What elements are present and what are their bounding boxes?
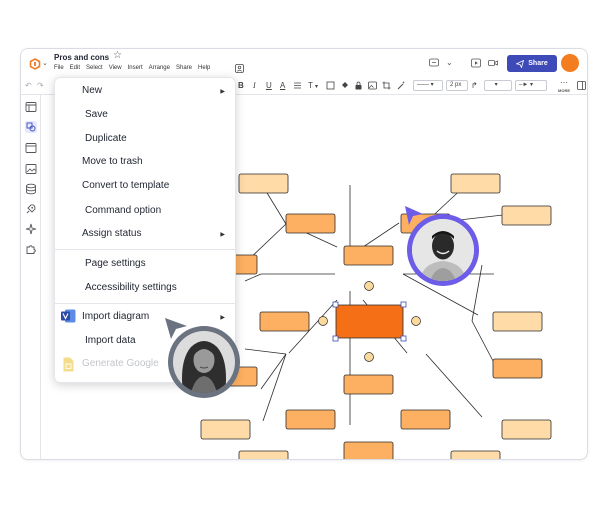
menu-item-move-to-trash[interactable]: Move to trash — [82, 156, 143, 167]
title-bar: ⌄ Pros and cons ☆ File Edit Select View … — [21, 49, 587, 77]
text-color-button[interactable]: A — [280, 80, 285, 92]
menu-share[interactable]: Share — [176, 65, 192, 71]
shape-icon[interactable] — [326, 81, 335, 90]
person-photo — [173, 331, 235, 393]
person-photo — [412, 219, 474, 281]
diagram-node-mid[interactable] — [343, 441, 394, 460]
collaborator-avatar-left — [168, 326, 240, 398]
share-button[interactable]: Share — [507, 55, 557, 72]
menu-insert[interactable]: Insert — [128, 65, 143, 71]
pages-icon[interactable] — [25, 101, 37, 113]
line-width-select[interactable]: 2 px — [446, 80, 468, 91]
line-end-select[interactable]: –► ▾ — [515, 80, 547, 91]
magic-wand-icon[interactable] — [397, 81, 406, 90]
menu-item-import-data[interactable]: Import data — [85, 335, 136, 346]
chevron-down-icon[interactable]: ⌄ — [42, 59, 48, 67]
collaborators-icon[interactable] — [235, 64, 244, 73]
menu-edit[interactable]: Edit — [70, 65, 80, 71]
more-label[interactable]: MORE — [558, 88, 570, 93]
menu-bar: File Edit Select View Insert Arrange Sha… — [54, 65, 210, 71]
shapes-icon[interactable] — [25, 121, 37, 133]
presentation-icon[interactable] — [429, 58, 439, 68]
chevron-down-icon[interactable]: ▾ — [315, 81, 318, 93]
menu-select[interactable]: Select — [86, 65, 103, 71]
text-options-button[interactable]: T — [308, 80, 313, 92]
chevron-down-icon[interactable]: ⌄ — [446, 58, 456, 68]
lock-icon[interactable] — [354, 81, 363, 90]
menu-item-assign-status[interactable]: Assign status — [82, 228, 141, 239]
lucid-logo-icon[interactable] — [29, 58, 41, 70]
redo-icon[interactable]: ↷ — [37, 80, 44, 92]
rocket-icon[interactable] — [25, 203, 37, 215]
left-toolbar — [21, 95, 41, 459]
user-avatar[interactable] — [561, 54, 579, 72]
diagram-node-outer[interactable] — [492, 311, 543, 332]
diagram-node-mid[interactable] — [343, 245, 394, 266]
fill-color-icon[interactable] — [340, 81, 349, 90]
menu-item-new[interactable]: New — [82, 85, 102, 96]
menu-item-page-settings[interactable]: Page settings — [85, 258, 146, 269]
paper-plane-icon — [516, 59, 525, 68]
menu-item-save[interactable]: Save — [85, 109, 108, 120]
italic-button[interactable]: I — [253, 80, 256, 92]
diagram-node-outer[interactable] — [501, 205, 552, 226]
diagram-node-mid[interactable] — [285, 409, 336, 430]
menu-arrange[interactable]: Arrange — [149, 65, 170, 71]
diagram-node-outer[interactable] — [501, 419, 552, 440]
bold-button[interactable]: B — [238, 80, 244, 92]
play-icon[interactable] — [471, 58, 481, 68]
line-start-select[interactable]: ▾ — [484, 80, 512, 91]
image-icon[interactable] — [368, 81, 377, 90]
google-sheets-icon — [63, 357, 74, 372]
menu-item-accessibility-settings[interactable]: Accessibility settings — [85, 282, 177, 293]
submenu-arrow-icon: ▶ — [220, 232, 225, 238]
align-icon[interactable] — [293, 81, 302, 90]
diagram-node-outer[interactable] — [238, 450, 289, 460]
menu-item-command-option[interactable]: Command option — [85, 205, 161, 216]
menu-file[interactable]: File — [54, 65, 64, 71]
menu-item-convert-to-template[interactable]: Convert to template — [82, 180, 169, 191]
undo-icon[interactable]: ↶ — [25, 80, 32, 92]
visio-icon — [61, 309, 76, 323]
star-icon[interactable]: ☆ — [113, 51, 122, 61]
menu-view[interactable]: View — [109, 65, 122, 71]
diagram-node-outer[interactable] — [450, 450, 501, 460]
puzzle-icon[interactable] — [25, 243, 37, 255]
submenu-arrow-icon: ▶ — [220, 315, 225, 321]
menu-separator — [55, 249, 235, 250]
data-icon[interactable] — [25, 183, 37, 195]
image-icon[interactable] — [25, 163, 37, 175]
menu-item-duplicate[interactable]: Duplicate — [85, 133, 127, 144]
menu-help[interactable]: Help — [198, 65, 210, 71]
collaborator-avatar-right — [407, 214, 479, 286]
line-style-select[interactable]: —— ▾ — [413, 80, 443, 91]
templates-icon[interactable] — [25, 142, 37, 154]
connector-style-icon[interactable]: ↱ — [471, 80, 478, 92]
panel-toggle-icon[interactable] — [577, 81, 586, 90]
menu-item-generate-google: Generate Google — [82, 358, 159, 369]
diagram-node-mid[interactable] — [492, 358, 543, 379]
sparkle-icon[interactable] — [25, 223, 37, 235]
document-title[interactable]: Pros and cons — [54, 53, 109, 62]
menu-item-import-diagram[interactable]: Import diagram — [82, 311, 149, 322]
crop-icon[interactable] — [382, 81, 391, 90]
diagram-node-mid[interactable] — [400, 409, 451, 430]
diagram-node-outer[interactable] — [450, 173, 501, 194]
submenu-arrow-icon: ▶ — [220, 89, 225, 95]
diagram-node-mid[interactable] — [285, 213, 336, 234]
diagram-node-outer[interactable] — [200, 419, 251, 440]
diagram-node-outer[interactable] — [238, 173, 289, 194]
share-label: Share — [528, 60, 548, 67]
diagram-node-center[interactable] — [335, 304, 404, 339]
diagram-node-mid[interactable] — [343, 374, 394, 395]
video-call-icon[interactable] — [488, 58, 498, 68]
underline-button[interactable]: U — [266, 80, 272, 92]
menu-separator — [55, 303, 235, 304]
diagram-node-mid[interactable] — [259, 311, 310, 332]
